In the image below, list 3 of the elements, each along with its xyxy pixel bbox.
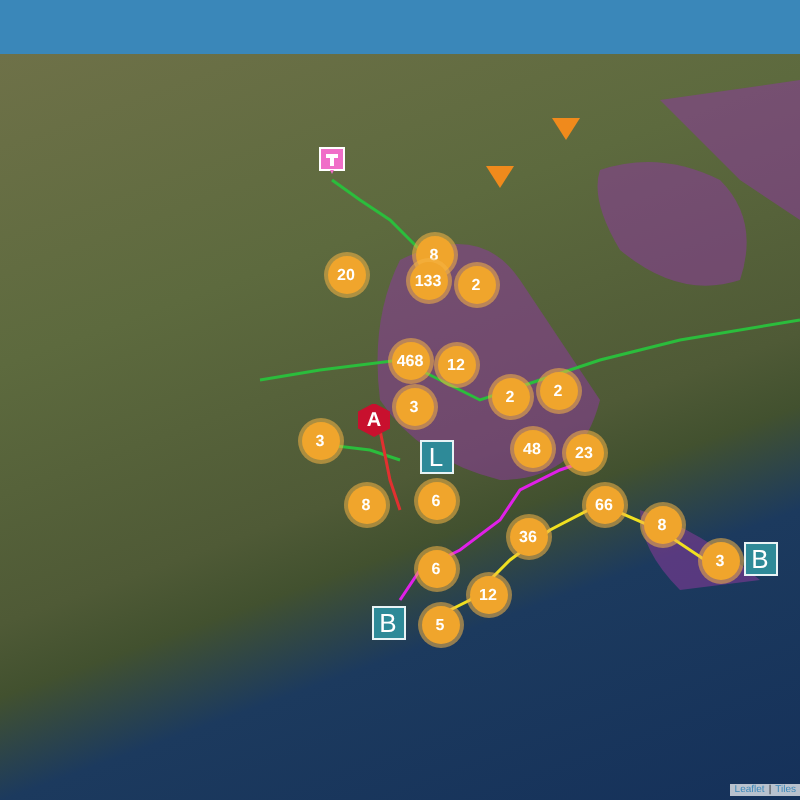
triangle-marker[interactable] [552,114,580,142]
pin-marker[interactable] [318,146,346,174]
triangle-marker[interactable] [486,162,514,190]
